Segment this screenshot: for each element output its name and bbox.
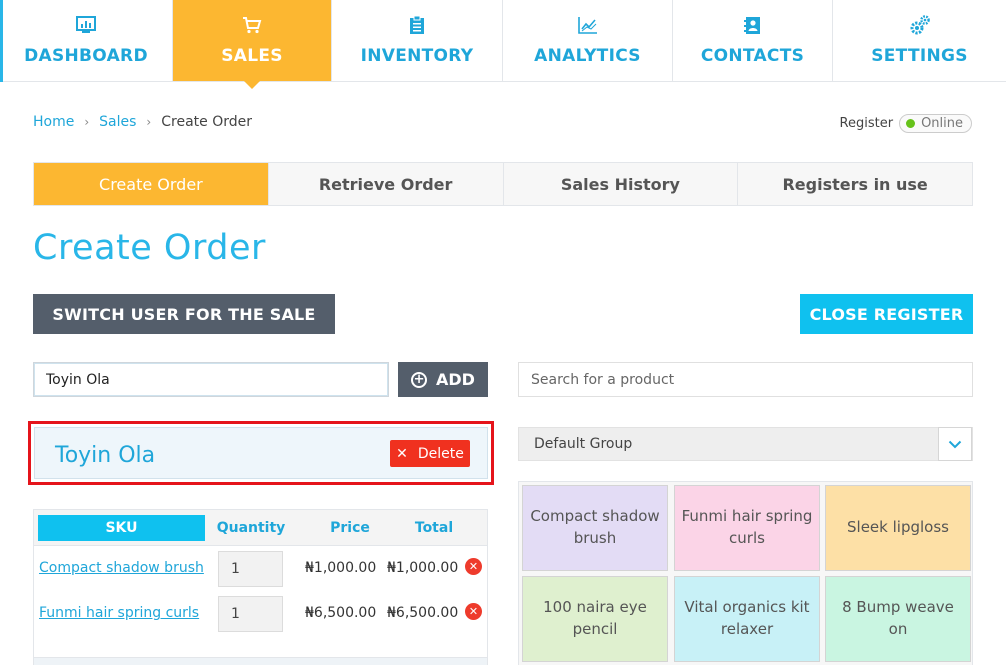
tab-inventory-label: INVENTORY — [360, 46, 474, 66]
column-header-price[interactable]: Price — [320, 510, 380, 546]
close-icon: ✕ — [396, 445, 408, 462]
row-sku-link[interactable]: Compact shadow brush — [39, 560, 204, 576]
delete-customer-button[interactable]: ✕ Delete — [390, 440, 470, 467]
top-navigation: DASHBOARD SALES INVENTORY ANALYTICS CONT… — [0, 0, 1006, 89]
row-quantity-input[interactable]: 1 — [218, 551, 283, 587]
breadcrumb-sales[interactable]: Sales — [99, 114, 136, 130]
column-header-sku[interactable]: SKU — [38, 515, 205, 541]
tab-dashboard-label: DASHBOARD — [24, 46, 148, 66]
chevron-right-icon: › — [146, 115, 152, 129]
online-badge: Online — [899, 114, 972, 133]
switch-user-button[interactable]: SWITCH USER FOR THE SALE — [33, 294, 335, 334]
subtab-sales-history[interactable]: Sales History — [504, 163, 739, 205]
delete-button-label: Delete — [417, 445, 464, 462]
subtab-retrieve-order[interactable]: Retrieve Order — [269, 163, 504, 205]
tab-dashboard[interactable]: DASHBOARD — [0, 0, 173, 81]
table-row: Compact shadow brush 1 ₦1,000.00 ₦1,000.… — [34, 546, 487, 591]
column-header-quantity[interactable]: Quantity — [212, 510, 290, 546]
status-dot-icon — [906, 119, 916, 128]
subtab-create-order[interactable]: Create Order — [34, 163, 269, 205]
add-customer-button[interactable]: + ADD — [398, 362, 488, 397]
tab-contacts-label: CONTACTS — [700, 46, 805, 66]
column-header-total[interactable]: Total — [404, 510, 464, 546]
gears-icon — [909, 14, 931, 36]
breadcrumb-home[interactable]: Home — [33, 114, 74, 130]
subtab-registers-in-use[interactable]: Registers in use — [738, 163, 972, 205]
table-row: Funmi hair spring curls 1 ₦6,500.00 ₦6,5… — [34, 591, 487, 636]
row-price: ₦1,000.00 — [305, 560, 377, 576]
group-select[interactable]: Default Group — [518, 427, 973, 461]
address-book-icon — [743, 14, 762, 36]
row-total: ₦1,000.00 — [387, 560, 459, 576]
remove-item-icon[interactable]: ✕ — [465, 558, 482, 575]
plus-circle-icon: + — [411, 371, 428, 388]
row-quantity-input[interactable]: 1 — [218, 596, 283, 632]
product-tile[interactable]: Funmi hair spring curls — [674, 485, 820, 571]
chevron-down-icon[interactable] — [938, 427, 972, 461]
line-chart-icon — [577, 14, 598, 36]
table-header: SKU Quantity Price Total — [34, 510, 487, 546]
close-register-button[interactable]: CLOSE REGISTER — [800, 294, 973, 334]
row-price: ₦6,500.00 — [305, 605, 377, 621]
remove-item-icon[interactable]: ✕ — [465, 603, 482, 620]
register-label: Register — [839, 116, 894, 131]
row-sku-link[interactable]: Funmi hair spring curls — [39, 605, 199, 621]
group-select-value: Default Group — [534, 436, 633, 452]
register-status: Register Online — [840, 114, 972, 133]
selected-customer-name: Toyin Ola — [55, 443, 156, 468]
order-subtabs: Create Order Retrieve Order Sales Histor… — [33, 162, 973, 206]
product-tile[interactable]: Sleek lipgloss — [825, 485, 971, 571]
product-search-input[interactable] — [518, 362, 973, 397]
product-tile[interactable]: Compact shadow brush — [522, 485, 668, 571]
tab-settings[interactable]: SETTINGS — [833, 0, 1006, 81]
product-tile[interactable]: 8 Bump weave on — [825, 576, 971, 662]
product-grid: Compact shadow brush Funmi hair spring c… — [518, 481, 973, 665]
breadcrumb: Home › Sales › Create Order — [33, 114, 252, 130]
product-tile[interactable]: Vital organics kit relaxer — [674, 576, 820, 662]
breadcrumb-current: Create Order — [161, 114, 252, 130]
page-title: Create Order — [33, 228, 266, 268]
tab-settings-label: SETTINGS — [871, 46, 968, 66]
product-tile[interactable]: 100 naira eye pencil — [522, 576, 668, 662]
table-footer — [34, 657, 487, 665]
chevron-right-icon: › — [84, 115, 90, 129]
row-total: ₦6,500.00 — [387, 605, 459, 621]
add-button-label: ADD — [436, 370, 475, 389]
tab-contacts[interactable]: CONTACTS — [673, 0, 833, 81]
clipboard-icon — [409, 14, 425, 36]
tab-analytics-label: ANALYTICS — [534, 46, 641, 66]
tab-inventory[interactable]: INVENTORY — [332, 0, 503, 81]
cart-icon — [242, 14, 262, 36]
tab-sales-label: SALES — [221, 46, 283, 66]
tab-sales[interactable]: SALES — [173, 0, 332, 89]
order-items-table: SKU Quantity Price Total Compact shadow … — [33, 509, 488, 665]
selected-customer-card: Toyin Ola ✕ Delete — [28, 421, 494, 485]
online-status-text: Online — [921, 116, 963, 131]
dashboard-chart-icon — [76, 14, 96, 36]
customer-input[interactable] — [33, 362, 389, 397]
selected-customer-panel: Toyin Ola ✕ Delete — [34, 427, 488, 479]
tab-analytics[interactable]: ANALYTICS — [503, 0, 673, 81]
